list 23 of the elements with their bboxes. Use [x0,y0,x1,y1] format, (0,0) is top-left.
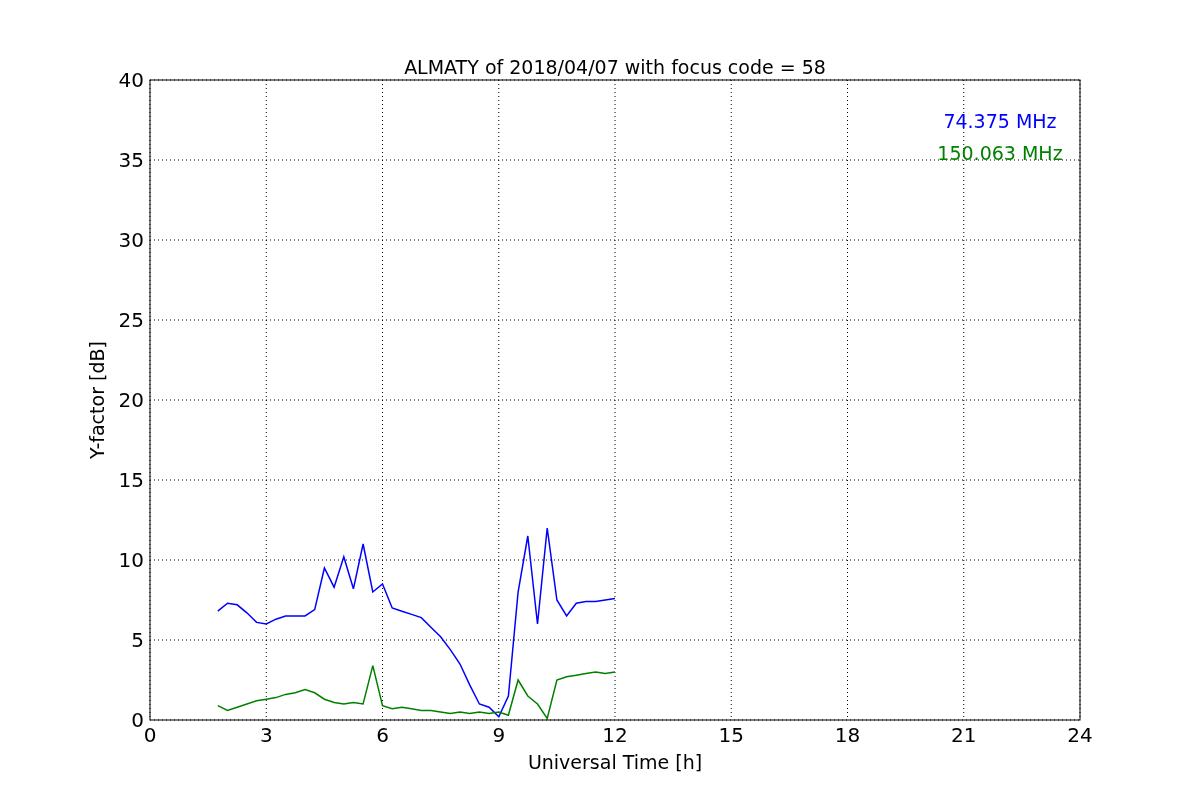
x-tick-label: 18 [834,723,861,747]
y-tick-label: 25 [118,308,144,332]
y-tick-label: 30 [118,228,144,252]
y-tick-label: 35 [118,148,144,172]
x-tick-label: 0 [143,723,157,747]
chart-title: ALMATY of 2018/04/07 with focus code = 58 [404,56,826,78]
y-tick-label: 0 [131,708,144,732]
x-tick-label: 21 [951,723,977,747]
y-tick-label: 40 [118,68,144,92]
legend-label: 74.375 MHz [943,110,1057,132]
y-axis-label: Y-factor [dB] [86,341,108,459]
y-tick-label: 10 [118,548,144,572]
legend-label: 150.063 MHz [937,142,1063,164]
x-tick-label: 15 [718,723,744,747]
x-tick-label: 9 [492,723,506,747]
x-axis-label: Universal Time [h] [527,751,703,773]
y-tick-label: 5 [131,628,144,652]
x-tick-label: 24 [1067,723,1093,747]
x-tick-label: 3 [259,723,273,747]
y-tick-label: 20 [118,388,144,412]
x-tick-label: 6 [376,723,389,747]
y-tick-label: 15 [118,468,144,492]
x-tick-label: 12 [602,723,628,747]
